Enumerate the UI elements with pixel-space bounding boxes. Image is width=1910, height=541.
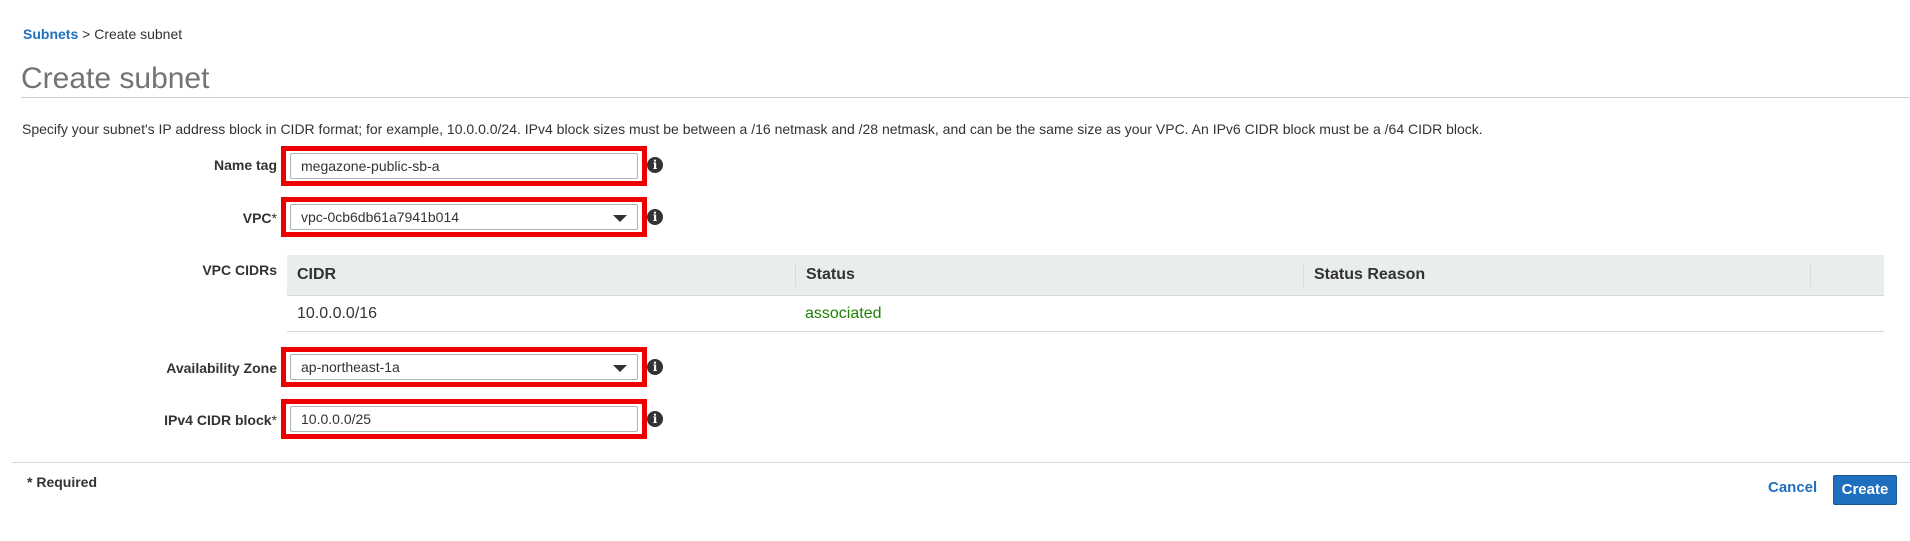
- vpc-cidrs-label: VPC CIDRs: [202, 262, 277, 278]
- cidr-cell: 10.0.0.0/16: [297, 305, 378, 322]
- info-icon[interactable]: i: [647, 411, 663, 427]
- column-header-status[interactable]: Status: [796, 255, 1303, 295]
- breadcrumb-current: Create subnet: [94, 26, 183, 42]
- vpc-cidrs-table: CIDR Status Status Reason 10.0.0.0/16 as…: [287, 255, 1884, 332]
- availability-zone-label: Availability Zone: [166, 360, 277, 376]
- caret-down-icon: [613, 365, 627, 372]
- cancel-button[interactable]: Cancel: [1768, 479, 1817, 496]
- table-header: CIDR Status Status Reason: [287, 255, 1884, 296]
- name-tag-input[interactable]: [290, 153, 638, 179]
- vpc-select-value: vpc-0cb6db61a7941b014: [301, 209, 460, 225]
- availability-zone-value: ap-northeast-1a: [301, 359, 400, 375]
- column-header-status-reason[interactable]: Status Reason: [1304, 255, 1810, 295]
- footer-divider: [12, 462, 1910, 463]
- create-button[interactable]: Create: [1833, 475, 1897, 505]
- vpc-select[interactable]: vpc-0cb6db61a7941b014: [290, 204, 638, 230]
- table-row: 10.0.0.0/16 associated: [287, 296, 1884, 332]
- required-note: * Required: [27, 474, 98, 490]
- vpc-label: VPC*: [242, 210, 277, 226]
- ipv4-cidr-input[interactable]: [290, 406, 638, 432]
- availability-zone-select[interactable]: ap-northeast-1a: [290, 354, 638, 380]
- form-description: Specify your subnet's IP address block i…: [22, 121, 1483, 137]
- status-cell: associated: [805, 305, 882, 322]
- breadcrumb-subnets-link[interactable]: Subnets: [23, 26, 78, 42]
- breadcrumb-separator: >: [78, 26, 95, 42]
- column-header-cidr[interactable]: CIDR: [287, 255, 795, 295]
- info-icon[interactable]: i: [647, 157, 663, 173]
- info-icon[interactable]: i: [647, 209, 663, 225]
- ipv4-cidr-label: IPv4 CIDR block*: [164, 412, 277, 428]
- caret-down-icon: [613, 215, 627, 222]
- info-icon[interactable]: i: [647, 359, 663, 375]
- name-tag-label: Name tag: [213, 157, 277, 173]
- title-divider: [21, 97, 1910, 98]
- page-title: Create subnet: [21, 62, 210, 95]
- column-divider: [1810, 263, 1811, 287]
- breadcrumb: Subnets > Create subnet: [23, 26, 182, 42]
